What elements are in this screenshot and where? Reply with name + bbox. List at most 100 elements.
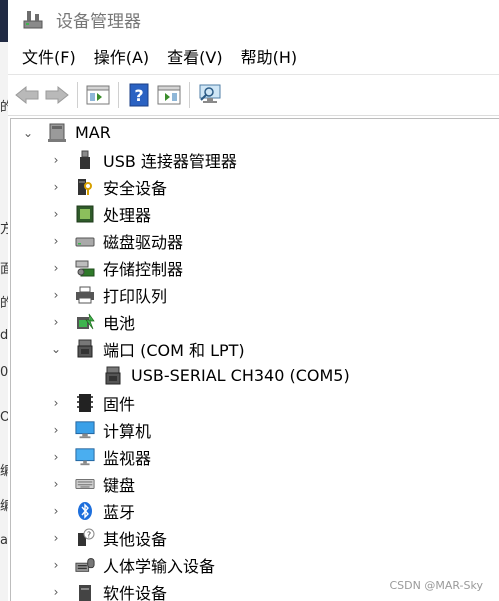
tree-item-4[interactable]: › 存储控制器 <box>11 254 499 281</box>
toolbar-separator <box>118 82 119 108</box>
menu-file[interactable]: 文件(F) <box>14 44 84 68</box>
chevron-right-icon[interactable]: › <box>49 234 63 248</box>
tree-item-7[interactable]: ⌄ 端口 (COM 和 LPT) <box>11 335 499 362</box>
chevron-right-icon[interactable]: › <box>49 207 63 221</box>
other-device-icon: ? <box>75 528 95 548</box>
chevron-right-icon[interactable]: › <box>49 180 63 194</box>
device-manager-window: 设备管理器 文件(F) 操作(A) 查看(V) 帮助(H) ? ⌄ MAR › … <box>8 0 499 601</box>
chevron-right-icon[interactable]: › <box>49 558 63 572</box>
tree-item-10[interactable]: › 监视器 <box>11 443 499 470</box>
svg-text:?: ? <box>87 530 91 539</box>
security-device-icon <box>75 177 95 197</box>
tree-item-0[interactable]: › USB 连接器管理器 <box>11 146 499 173</box>
help-icon: ? <box>129 83 149 107</box>
print-queue-icon <box>75 285 95 305</box>
toolbar-separator <box>189 82 190 108</box>
chevron-right-icon[interactable]: › <box>49 261 63 275</box>
menu-action[interactable]: 操作(A) <box>86 44 157 68</box>
toolbar: ? <box>8 74 499 116</box>
chevron-right-icon[interactable]: › <box>49 477 63 491</box>
tree-item-9[interactable]: › 计算机 <box>11 416 499 443</box>
chevron-right-icon[interactable]: › <box>49 531 63 545</box>
tree-item-label: 电池 <box>103 313 136 333</box>
chevron-down-icon[interactable]: ⌄ <box>49 342 63 356</box>
chevron-right-icon[interactable]: › <box>49 288 63 302</box>
software-device-icon <box>75 582 95 601</box>
tree-item-label: 蓝牙 <box>103 502 136 522</box>
computer-root-icon <box>47 123 67 143</box>
tree-item-label: 键盘 <box>103 475 136 495</box>
properties-icon <box>157 85 181 105</box>
title-bar[interactable]: 设备管理器 <box>8 0 499 38</box>
tree-item-11[interactable]: › 键盘 <box>11 470 499 497</box>
back-arrow-icon <box>15 85 39 105</box>
tree-item-label: 监视器 <box>103 448 152 468</box>
tree-item-label: 其他设备 <box>103 529 168 549</box>
forward-arrow-icon <box>45 85 69 105</box>
chevron-right-icon[interactable]: › <box>49 450 63 464</box>
tree-item-2[interactable]: › 处理器 <box>11 200 499 227</box>
tree-item-label: 人体学输入设备 <box>103 556 216 576</box>
menu-view[interactable]: 查看(V) <box>159 44 230 68</box>
forward-button[interactable] <box>42 80 72 110</box>
window-title: 设备管理器 <box>56 11 141 32</box>
back-button[interactable] <box>12 80 42 110</box>
scan-hardware-button[interactable] <box>195 80 225 110</box>
tree-item-label: 磁盘驱动器 <box>103 232 184 252</box>
port-icon <box>75 339 95 359</box>
svg-text:?: ? <box>134 86 143 105</box>
tree-item-label: 固件 <box>103 394 136 414</box>
background-text: Or <box>0 410 8 425</box>
show-hide-console-tree-button[interactable] <box>83 80 113 110</box>
tree-item-8[interactable]: › 固件 <box>11 389 499 416</box>
tree-item-label: USB 连接器管理器 <box>103 151 237 171</box>
tree-item-label: 端口 (COM 和 LPT) <box>103 340 245 360</box>
tree-item-3[interactable]: › 磁盘驱动器 <box>11 227 499 254</box>
port-icon <box>103 366 123 386</box>
tree-item-1[interactable]: › 安全设备 <box>11 173 499 200</box>
tree-item-12[interactable]: › 蓝牙 <box>11 497 499 524</box>
tree-item-label: 打印队列 <box>103 286 168 306</box>
tree-item-14[interactable]: › 人体学输入设备 <box>11 551 499 578</box>
background-text: 方 <box>0 222 8 237</box>
chevron-right-icon[interactable]: › <box>49 153 63 167</box>
menu-bar: 文件(F) 操作(A) 查看(V) 帮助(H) <box>8 38 499 74</box>
tree-item-6[interactable]: › 电池 <box>11 308 499 335</box>
tree-item-label: 安全设备 <box>103 178 168 198</box>
background-text: a <box>0 533 8 548</box>
tree-item-5[interactable]: › 打印队列 <box>11 281 499 308</box>
chevron-down-icon[interactable]: ⌄ <box>21 126 35 140</box>
background-text: 编 <box>0 499 8 514</box>
tree-item-label: MAR <box>75 123 111 142</box>
tree-root-computer[interactable]: ⌄ MAR <box>11 119 499 146</box>
background-text: 面 <box>0 262 8 277</box>
monitor-icon <box>75 447 95 467</box>
chevron-right-icon[interactable]: › <box>49 423 63 437</box>
tree-item-label: 存储控制器 <box>103 259 184 279</box>
device-tree: ⌄ MAR › USB 连接器管理器 › 安全设备 › 处理器 › 磁盘驱动器 › 存储控制器 › 打印队… <box>10 118 499 601</box>
toolbar-separator <box>77 82 78 108</box>
background-text: di <box>0 328 8 343</box>
help-button[interactable]: ? <box>124 80 154 110</box>
chevron-right-icon[interactable]: › <box>49 315 63 329</box>
firmware-icon <box>75 393 95 413</box>
menu-help[interactable]: 帮助(H) <box>233 44 306 68</box>
chevron-right-icon[interactable]: › <box>49 396 63 410</box>
chevron-right-icon[interactable]: › <box>49 504 63 518</box>
usb-connector-icon <box>75 150 95 170</box>
console-tree-icon <box>86 85 110 105</box>
properties-button[interactable] <box>154 80 184 110</box>
computer-icon <box>75 420 95 440</box>
tree-child-usb-serial-ch340-com5[interactable]: USB-SERIAL CH340 (COM5) <box>11 362 499 389</box>
watermark: CSDN @MAR-Sky <box>389 579 483 592</box>
chevron-right-icon[interactable]: › <box>49 585 63 599</box>
tree-item-13[interactable]: ›? 其他设备 <box>11 524 499 551</box>
background-text: 0 <box>0 365 8 380</box>
tree-item-label: 处理器 <box>103 205 152 225</box>
keyboard-icon <box>75 474 95 494</box>
tree-item-label: 软件设备 <box>103 583 168 601</box>
tree-item-label: USB-SERIAL CH340 (COM5) <box>131 366 350 385</box>
processor-icon <box>75 204 95 224</box>
hid-icon <box>75 555 95 575</box>
background-text: 的 <box>0 296 8 311</box>
